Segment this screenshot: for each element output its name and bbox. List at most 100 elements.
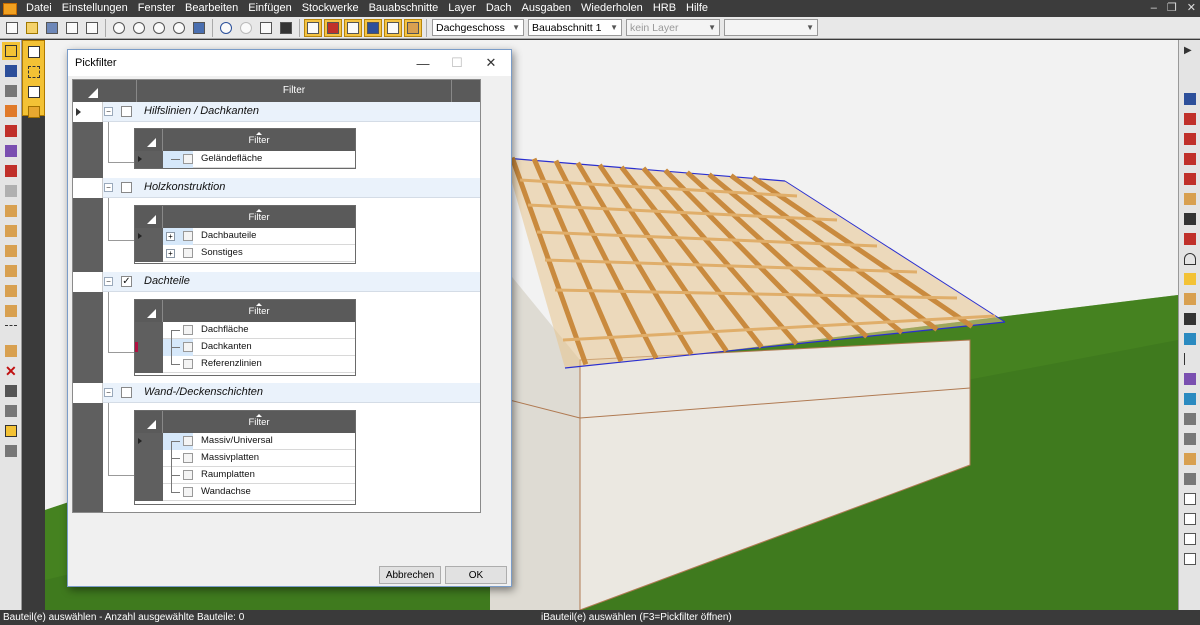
filter-item-row[interactable]: Referenzlinien <box>135 356 355 373</box>
expand-icon[interactable]: + <box>166 249 175 258</box>
menu-wiederholen[interactable]: Wiederholen <box>576 0 648 17</box>
house-icon[interactable] <box>2 162 20 180</box>
tool-icon[interactable] <box>2 182 20 200</box>
pick-element-icon[interactable] <box>25 83 43 101</box>
library-icon[interactable] <box>1181 410 1199 428</box>
select-arrow-icon[interactable] <box>2 42 20 60</box>
pick-arrow-icon[interactable] <box>25 43 43 61</box>
render-icon[interactable] <box>1181 190 1199 208</box>
storey-select[interactable]: Dachgeschoss ▼ <box>432 19 524 36</box>
3d-view-icon[interactable] <box>1181 90 1199 108</box>
menu-einstellungen[interactable]: Einstellungen <box>57 0 133 17</box>
filter-item-row[interactable]: Massiv/Universal <box>135 433 355 450</box>
grid-icon[interactable] <box>1181 470 1199 488</box>
elevation-icon[interactable] <box>1181 130 1199 148</box>
pick-window-icon[interactable] <box>25 63 43 81</box>
section-icon[interactable] <box>1181 150 1199 168</box>
layers-icon[interactable] <box>2 82 20 100</box>
minimize-icon[interactable]: – <box>1151 0 1157 17</box>
undo-icon[interactable] <box>217 19 235 37</box>
gallery-icon[interactable] <box>1181 450 1199 468</box>
line-icon[interactable] <box>2 322 20 340</box>
layer-select[interactable]: kein Layer ▼ <box>626 19 720 36</box>
filter-column-header[interactable]: Filter <box>163 300 355 322</box>
color-icon[interactable] <box>1181 390 1199 408</box>
menu-hrb[interactable]: HRB <box>648 0 681 17</box>
pipe-icon[interactable] <box>1181 310 1199 328</box>
object-icon[interactable] <box>1181 370 1199 388</box>
item-checkbox[interactable] <box>183 231 193 241</box>
filter-item-row[interactable]: Wandachse <box>135 484 355 501</box>
view-icon[interactable] <box>190 19 208 37</box>
shading-icon[interactable] <box>1181 210 1199 228</box>
item-checkbox[interactable] <box>183 453 193 463</box>
layer-tool-icon[interactable] <box>364 18 382 37</box>
filter-group-row[interactable]: − Wand-/Deckenschichten <box>73 383 480 403</box>
wall-tool-icon[interactable] <box>344 18 362 37</box>
filter-group-row[interactable]: − Hilfslinien / Dachkanten <box>73 102 480 122</box>
stairs-icon[interactable] <box>2 202 20 220</box>
arch-icon[interactable] <box>2 282 20 300</box>
frame-icon[interactable] <box>1181 550 1199 568</box>
text-icon[interactable] <box>2 342 20 360</box>
axis-icon[interactable] <box>1181 350 1199 368</box>
close-icon[interactable]: ✕ <box>1187 0 1196 17</box>
menu-fenster[interactable]: Fenster <box>133 0 180 17</box>
print-view-icon[interactable] <box>1181 430 1199 448</box>
fence-icon[interactable] <box>2 302 20 320</box>
frame-icon[interactable] <box>1181 490 1199 508</box>
menu-ausgaben[interactable]: Ausgaben <box>517 0 577 17</box>
snap-icon[interactable] <box>277 19 295 37</box>
filter-column-header[interactable]: Filter <box>163 411 355 433</box>
filter-item-row[interactable]: Massivplatten <box>135 450 355 467</box>
frame-icon[interactable] <box>1181 510 1199 528</box>
menu-hilfe[interactable]: Hilfe <box>681 0 713 17</box>
house-view-icon[interactable] <box>1181 170 1199 188</box>
zoom-all-icon[interactable] <box>170 19 188 37</box>
filter-item-row[interactable]: + Dachbauteile <box>135 228 355 245</box>
filter-item-row[interactable]: Geländefläche <box>135 151 355 168</box>
menu-datei[interactable]: Datei <box>21 0 57 17</box>
zoom-out-icon[interactable] <box>130 19 148 37</box>
item-checkbox[interactable] <box>183 359 193 369</box>
dialog-minimize-icon[interactable]: — <box>406 50 440 76</box>
expand-icon[interactable]: + <box>166 232 175 241</box>
zoom-window-icon[interactable] <box>150 19 168 37</box>
filter-item-row[interactable]: Dachfläche <box>135 322 355 339</box>
zoom-in-icon[interactable] <box>110 19 128 37</box>
filter-column-header[interactable]: Filter <box>137 80 451 102</box>
menu-bauabschnitte[interactable]: Bauabschnitte <box>364 0 444 17</box>
group-checkbox[interactable]: ✓ <box>121 276 132 287</box>
filter-group-row[interactable]: − Holzkonstruktion <box>73 178 480 198</box>
filter-column-header[interactable]: Filter <box>163 129 355 151</box>
item-checkbox[interactable] <box>183 342 193 352</box>
menu-bearbeiten[interactable]: Bearbeiten <box>180 0 243 17</box>
save-icon[interactable] <box>43 19 61 37</box>
door-icon[interactable] <box>2 122 20 140</box>
arc-icon[interactable] <box>1181 250 1199 268</box>
collapse-icon[interactable]: − <box>104 277 113 286</box>
dimension-tool-icon[interactable] <box>304 18 322 37</box>
restore-icon[interactable]: ❐ <box>1167 0 1177 17</box>
window-icon[interactable] <box>2 102 20 120</box>
roof-icon[interactable] <box>2 222 20 240</box>
beam-icon[interactable] <box>2 242 20 260</box>
print-preview-icon[interactable] <box>83 19 101 37</box>
delete-icon[interactable]: ✕ <box>2 362 20 380</box>
scale-icon[interactable] <box>2 422 20 440</box>
new-file-icon[interactable] <box>3 19 21 37</box>
item-checkbox[interactable] <box>183 487 193 497</box>
menu-einfuegen[interactable]: Einfügen <box>243 0 296 17</box>
cylinder-icon[interactable] <box>1181 330 1199 348</box>
collapse-icon[interactable]: − <box>104 388 113 397</box>
group-checkbox[interactable] <box>121 182 132 193</box>
pick-tool-icon[interactable] <box>384 18 402 37</box>
print-icon[interactable] <box>63 19 81 37</box>
plan-view-icon[interactable] <box>1181 110 1199 128</box>
column-icon[interactable] <box>2 262 20 280</box>
item-checkbox[interactable] <box>183 470 193 480</box>
light-icon[interactable] <box>1181 270 1199 288</box>
item-checkbox[interactable] <box>183 436 193 446</box>
roof-edit-icon[interactable] <box>324 18 342 37</box>
menu-layer[interactable]: Layer <box>443 0 481 17</box>
